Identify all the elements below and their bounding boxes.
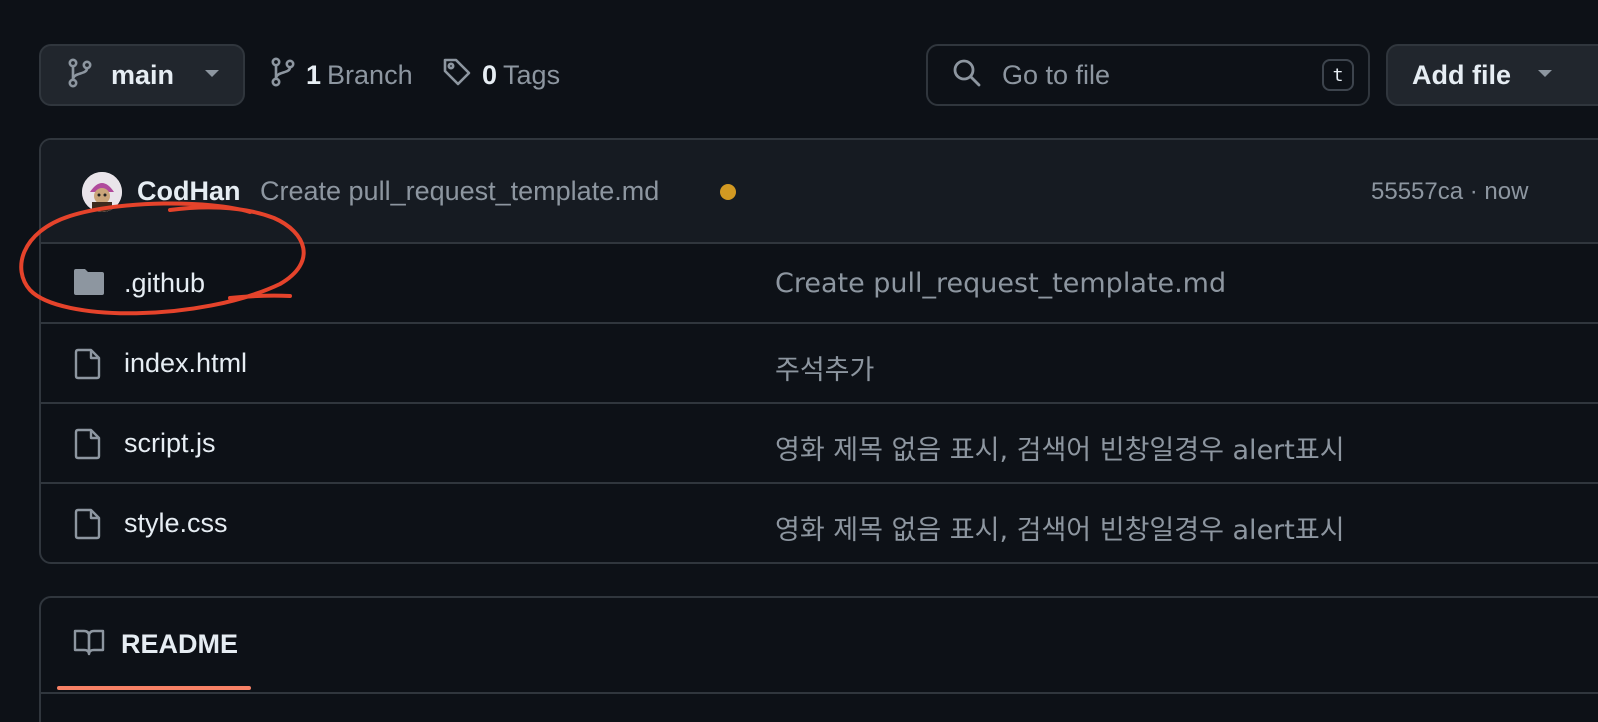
- branch-count: 1: [306, 59, 322, 90]
- git-branch-icon: [270, 56, 296, 94]
- file-icon: [73, 348, 103, 385]
- branches-link[interactable]: 1 Branch: [270, 44, 413, 106]
- file-name[interactable]: script.js: [124, 428, 216, 459]
- readme-tab[interactable]: README: [73, 628, 238, 661]
- file-name[interactable]: style.css: [124, 508, 228, 539]
- branch-selector-button[interactable]: main: [39, 44, 245, 106]
- repo-file-browser: main 1 Branch 0 Tags Go to file t Add fi…: [0, 0, 1598, 722]
- commit-author[interactable]: CodHan: [137, 176, 241, 207]
- tag-count: 0: [482, 59, 498, 90]
- file-commit-message[interactable]: 주석추가: [775, 348, 874, 387]
- chevron-down-icon: [1537, 66, 1553, 84]
- file-table: CodHan Create pull_request_template.md 5…: [39, 138, 1598, 564]
- commit-status-dot[interactable]: [720, 184, 736, 200]
- file-row[interactable]: index.html 주석추가: [41, 324, 1598, 404]
- divider: [41, 692, 1598, 694]
- search-input[interactable]: Go to file: [1002, 60, 1322, 91]
- file-name[interactable]: .github: [124, 268, 205, 299]
- git-branch-icon: [67, 57, 93, 93]
- add-file-label: Add file: [1412, 59, 1511, 90]
- search-icon: [952, 58, 982, 93]
- tag-icon: [442, 57, 472, 94]
- add-file-button[interactable]: Add file: [1386, 44, 1598, 106]
- commit-message[interactable]: Create pull_request_template.md: [260, 176, 659, 207]
- chevron-down-icon: [204, 66, 220, 84]
- branch-text: Branch: [327, 59, 413, 90]
- readme-panel: README: [39, 596, 1598, 722]
- latest-commit-row: CodHan Create pull_request_template.md 5…: [41, 140, 1598, 244]
- go-to-file-search[interactable]: Go to file t: [926, 44, 1370, 106]
- tag-text: Tags: [503, 59, 561, 90]
- file-row[interactable]: .github Create pull_request_template.md: [41, 244, 1598, 324]
- file-row[interactable]: style.css 영화 제목 없음 표시, 검색어 빈창일경우 alert표시: [41, 484, 1598, 562]
- tags-link[interactable]: 0 Tags: [442, 44, 560, 106]
- file-commit-message[interactable]: 영화 제목 없음 표시, 검색어 빈창일경우 alert표시: [775, 508, 1345, 547]
- file-name[interactable]: index.html: [124, 348, 247, 379]
- branch-name: main: [111, 59, 175, 90]
- avatar[interactable]: [82, 172, 122, 212]
- active-tab-underline: [57, 686, 251, 690]
- file-commit-message[interactable]: 영화 제목 없음 표시, 검색어 빈창일경우 alert표시: [775, 428, 1345, 467]
- readme-tab-label: README: [121, 629, 239, 659]
- file-icon: [73, 428, 103, 465]
- file-row[interactable]: script.js 영화 제목 없음 표시, 검색어 빈창일경우 alert표시: [41, 404, 1598, 484]
- commit-hash-time[interactable]: 55557ca · now: [1371, 178, 1528, 206]
- file-icon: [73, 508, 103, 545]
- folder-icon: [73, 268, 105, 301]
- keyboard-shortcut-hint: t: [1322, 59, 1354, 91]
- book-icon: [73, 628, 105, 661]
- file-commit-message[interactable]: Create pull_request_template.md: [775, 268, 1226, 299]
